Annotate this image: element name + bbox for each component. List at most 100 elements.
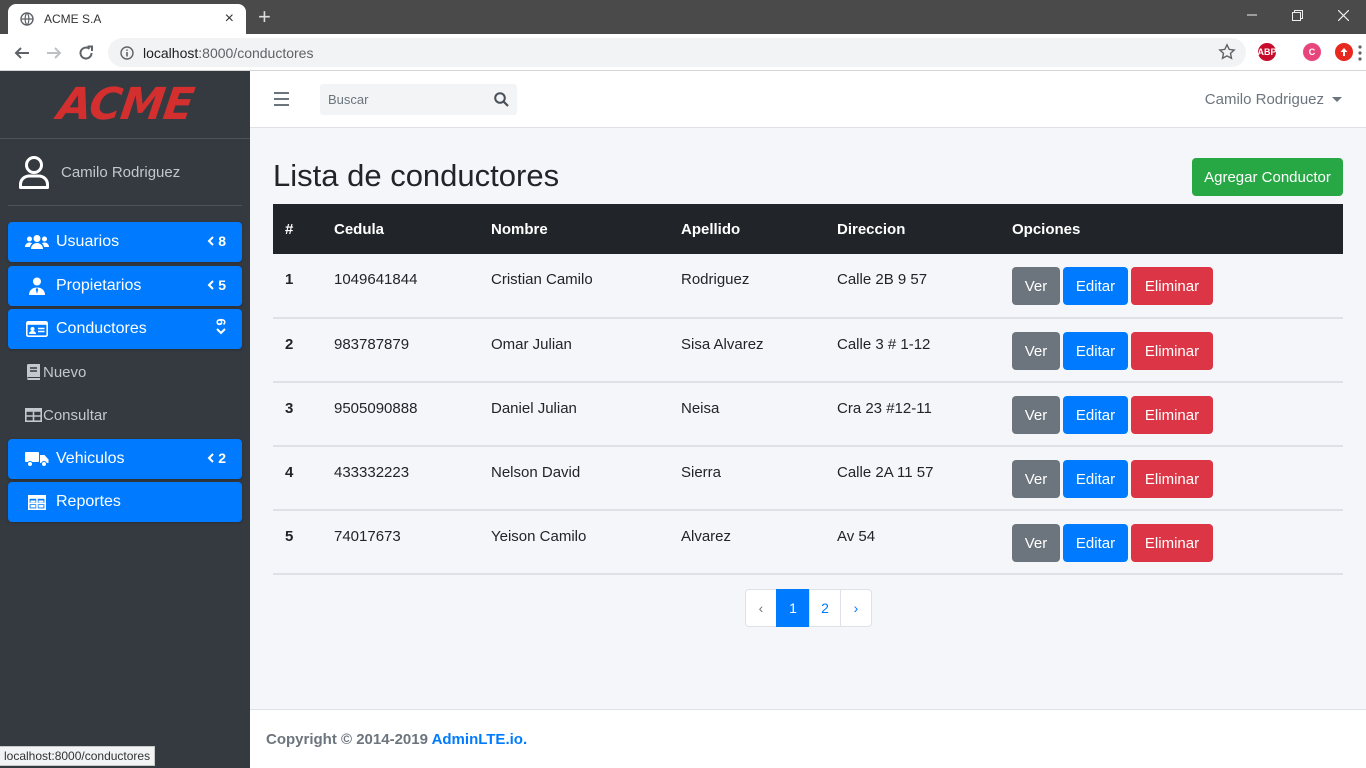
topbar-user-name: Camilo Rodriguez	[1204, 91, 1324, 108]
cell-nombre: Omar Julian	[491, 336, 572, 353]
sidebar-item-label: Conductores	[56, 320, 147, 337]
chevron-left-icon	[207, 280, 214, 290]
restore-icon[interactable]	[1274, 0, 1320, 30]
sidebar-item-vehiculos[interactable]: Vehiculos 2	[8, 439, 242, 479]
menu-toggle-icon[interactable]	[274, 92, 289, 110]
cell-index: 1	[285, 271, 294, 288]
tab-close-icon[interactable]: ×	[225, 10, 234, 28]
edit-button[interactable]: Editar	[1063, 460, 1128, 498]
column-header: Direccion	[837, 220, 906, 238]
pagination-page-2[interactable]: 2	[809, 589, 841, 627]
view-button[interactable]: Ver	[1012, 332, 1060, 370]
edit-button[interactable]: Editar	[1063, 396, 1128, 434]
search-input[interactable]	[320, 84, 485, 115]
cell-cedula: 433332223	[334, 464, 410, 481]
sidebar-item-conductores[interactable]: Conductores 6	[8, 309, 242, 349]
sidebar-item-reportes[interactable]: Reportes	[8, 482, 242, 522]
page-title: Lista de conductores	[273, 158, 560, 193]
new-tab-button[interactable]: +	[258, 4, 271, 30]
footer-link[interactable]: AdminLTE.io.	[432, 731, 528, 748]
edit-button[interactable]: Editar	[1063, 524, 1128, 562]
sidebar-item-badge: 6	[214, 317, 229, 335]
pagination-next[interactable]: ›	[840, 589, 872, 627]
forward-icon[interactable]	[43, 42, 65, 64]
sidebar-item-label: Nuevo	[43, 363, 87, 381]
view-button[interactable]: Ver	[1012, 460, 1060, 498]
caret-down-icon	[1332, 97, 1342, 102]
close-window-icon[interactable]	[1320, 0, 1366, 30]
brand-link[interactable]: ACME	[0, 71, 250, 139]
delete-button[interactable]: Eliminar	[1131, 396, 1213, 434]
edit-button[interactable]: Editar	[1063, 332, 1128, 370]
bookmark-star-icon[interactable]	[1218, 43, 1236, 61]
view-button[interactable]: Ver	[1012, 524, 1060, 562]
info-icon[interactable]	[120, 45, 134, 60]
table-row: 4 433332223 Nelson David Sierra Calle 2A…	[273, 446, 1343, 510]
user-panel[interactable]: Camilo Rodriguez	[8, 139, 242, 206]
table-header-row: # Cedula Nombre Apellido Direccion Opcio…	[273, 204, 1343, 254]
cell-options: Ver Editar Eliminar	[1000, 382, 1343, 446]
user-icon	[19, 156, 49, 189]
chevron-left-icon	[207, 453, 214, 463]
browser-menu-icon[interactable]	[1358, 44, 1362, 62]
sidebar-item-label: Propietarios	[56, 277, 142, 294]
cell-cedula: 74017673	[334, 528, 401, 545]
footer-copyright: Copyright © 2014-2019	[266, 731, 432, 748]
delete-button[interactable]: Eliminar	[1131, 332, 1213, 370]
pagination-prev[interactable]: ‹	[745, 589, 777, 627]
view-button[interactable]: Ver	[1012, 396, 1060, 434]
sidebar-item-badge: 2	[207, 450, 226, 466]
browser-tab[interactable]: ACME S.A ×	[8, 4, 246, 34]
profile-icon[interactable]: C	[1303, 43, 1321, 61]
column-header: #	[285, 220, 294, 238]
table-icon	[25, 493, 49, 511]
delete-button[interactable]: Eliminar	[1131, 267, 1213, 305]
cell-cedula: 9505090888	[334, 400, 418, 417]
pagination-page-1[interactable]: 1	[776, 589, 810, 627]
cell-options: Ver Editar Eliminar	[1000, 510, 1343, 574]
view-button[interactable]: Ver	[1012, 267, 1060, 305]
column-header: Apellido	[681, 220, 741, 238]
address-bar[interactable]: localhost:8000/conductores	[108, 38, 1246, 67]
edit-button[interactable]: Editar	[1063, 267, 1128, 305]
back-icon[interactable]	[11, 42, 33, 64]
extension-update-icon[interactable]	[1335, 43, 1353, 61]
cell-apellido: Neisa	[681, 400, 720, 417]
user-dropdown[interactable]: Camilo Rodriguez	[1205, 91, 1342, 108]
cell-apellido: Sierra	[681, 464, 722, 481]
footer: Copyright © 2014-2019 AdminLTE.io.	[250, 709, 1366, 768]
cell-index: 3	[285, 400, 294, 417]
id-card-icon	[25, 320, 49, 338]
adblock-plus-icon[interactable]: ABP	[1258, 43, 1277, 61]
cell-direccion: Calle 2B 9 57	[837, 271, 928, 288]
search-icon[interactable]	[494, 92, 509, 107]
tab-title: ACME S.A	[44, 12, 102, 26]
cell-nombre: Nelson David	[491, 464, 581, 481]
sidebar-user-name: Camilo Rodriguez	[61, 163, 181, 181]
column-header: Nombre	[491, 220, 548, 238]
delete-button[interactable]: Eliminar	[1131, 460, 1213, 498]
sidebar-item-usuarios[interactable]: Usuarios 8	[8, 222, 242, 262]
users-icon	[25, 233, 49, 251]
cell-index: 2	[285, 336, 294, 353]
cell-options: Ver Editar Eliminar	[1000, 254, 1343, 318]
add-driver-button[interactable]: Agregar Conductor	[1192, 158, 1343, 196]
column-header: Opciones	[1012, 220, 1081, 238]
sidebar-item-label: Consultar	[43, 406, 108, 424]
reload-icon[interactable]	[75, 42, 97, 64]
sidebar-item-consultar[interactable]: Consultar	[8, 395, 242, 435]
chevron-down-icon	[216, 328, 226, 335]
cell-apellido: Rodriguez	[681, 271, 750, 288]
delete-button[interactable]: Eliminar	[1131, 524, 1213, 562]
sidebar-item-nuevo[interactable]: Nuevo	[8, 352, 242, 392]
cell-cedula: 983787879	[334, 336, 410, 353]
cell-nombre: Cristian Camilo	[491, 271, 593, 288]
minimize-icon[interactable]	[1229, 0, 1275, 30]
cell-cedula: 1049641844	[334, 271, 418, 288]
table-row: 1 1049641844 Cristian Camilo Rodriguez C…	[273, 254, 1343, 318]
cell-options: Ver Editar Eliminar	[1000, 446, 1343, 510]
url-text: localhost:8000/conductores	[143, 44, 314, 61]
sidebar-item-propietarios[interactable]: Propietarios 5	[8, 266, 242, 306]
globe-icon	[20, 12, 34, 26]
cell-index: 4	[285, 464, 294, 481]
